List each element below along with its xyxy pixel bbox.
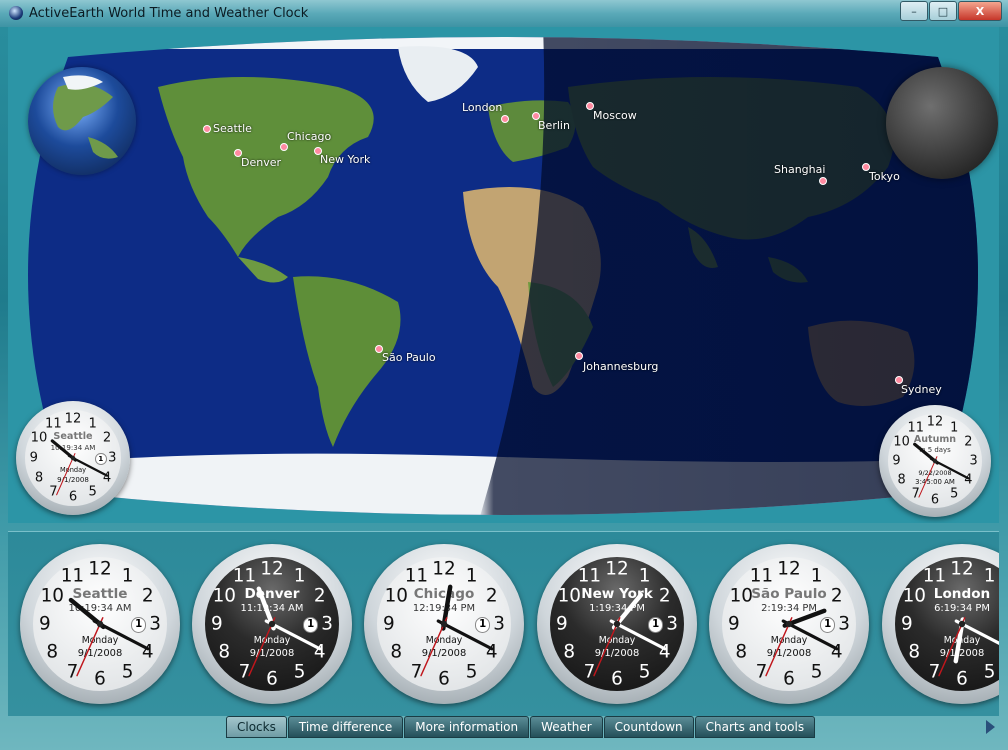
clock-center-pin [958,620,966,628]
tab-countdown[interactable]: Countdown [603,716,694,738]
tab-time-difference[interactable]: Time difference [287,716,404,738]
countdown-clock-autumn[interactable]: 1 2 3 4 5 6 7 8 9 10 11 12 Autumn in 5 days 9/22/2008 3… [879,405,991,517]
tab-weather[interactable]: Weather [530,716,603,738]
bottom-tabs: Clocks Time difference More information … [226,716,816,738]
clock-seattle[interactable]: 1 2 3 4 5 6 7 8 9 10 11 12 Seattle 10:19:34 AM Monday 9… [20,544,180,704]
scroll-right-arrow-icon[interactable] [986,720,995,734]
earth-globe[interactable] [28,67,136,175]
world-map-panel: Seattle Denver Chicago New York London B… [8,27,999,523]
tab-more-information[interactable]: More information [404,716,530,738]
clock-denver[interactable]: 1 2 3 4 5 6 7 8 9 10 11 12 Denver 11:19:34 AM Monday 9/… [192,544,352,704]
clock-center-pin [785,620,793,628]
clock-center-pin [96,620,104,628]
window-controls: – □ X [900,1,1002,21]
world-map[interactable] [8,27,999,523]
tab-clocks[interactable]: Clocks [226,716,287,738]
clock-hands [68,597,150,677]
close-button[interactable]: X [958,1,1002,21]
globe-app-icon [9,6,23,20]
clock-chicago[interactable]: 1 2 3 4 5 6 7 8 9 10 11 12 Chicago 12:19:34 PM Monday 9… [364,544,524,704]
small-clock-seattle[interactable]: 1 2 3 4 5 6 7 8 9 10 11 12 Seattle 10:19:34 AM Monday 9… [16,401,130,515]
title-bar: ActiveEarth World Time and Weather Clock… [0,0,1008,27]
clock-hands [248,586,322,677]
clock-center-pin [440,620,448,628]
clock-center-pin [268,620,276,628]
clock-center-pin [70,455,76,461]
moon-phase[interactable] [886,67,998,179]
window-title: ActiveEarth World Time and Weather Clock [29,6,309,21]
maximize-button[interactable]: □ [929,1,957,21]
clock-hands [593,592,667,677]
clock-center-pin [932,458,938,464]
clock-hands [420,584,494,677]
minimize-button[interactable]: – [900,1,928,21]
clock-sao-paulo[interactable]: 1 2 3 4 5 6 7 8 9 10 11 12 São Paulo 2:19:34 PM Monday… [709,544,869,704]
clock-hands [938,617,999,677]
clock-hands [50,439,109,496]
clock-hands [765,608,839,677]
clock-center-pin [613,620,621,628]
clocks-strip: 1 2 3 4 5 6 7 8 9 10 11 12 Seattle 10:19:34 AM Monday 9… [8,531,999,716]
clock-hands [913,442,970,498]
tab-charts-and-tools[interactable]: Charts and tools [694,716,816,738]
clock-new-york[interactable]: 1 2 3 4 5 6 7 8 9 10 11 12 New York 1:19:34 PM Monday 9… [537,544,697,704]
clock-london[interactable]: 123456789101112London6:19:34 PMMonday9/1… [882,544,999,704]
